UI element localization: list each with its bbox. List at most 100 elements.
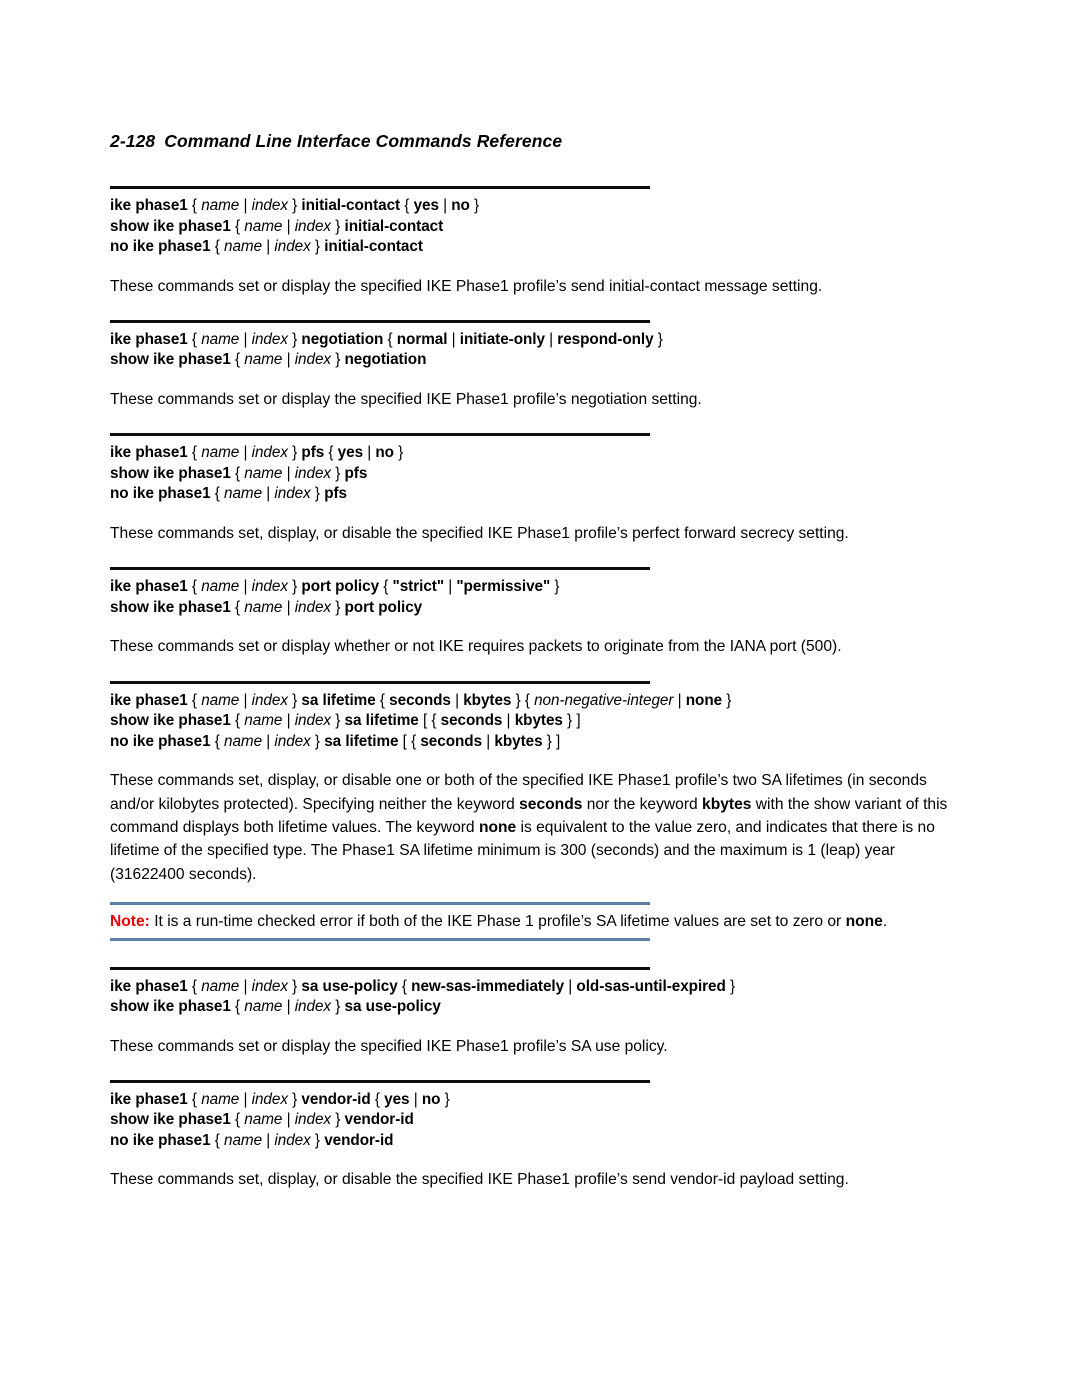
syntax-run-0: ike phase1 (110, 1090, 188, 1108)
syntax-run-7: { (375, 691, 390, 709)
syntax-run-4: index (294, 998, 332, 1016)
syntax-run-3: | (239, 1090, 252, 1108)
syntax-run-6: pfs (301, 444, 325, 462)
syntax-run-3: | (282, 712, 295, 730)
syntax-run-7: { (379, 578, 393, 596)
section-rule (110, 966, 650, 970)
desc-run-0: These commands set or display the specif… (110, 277, 823, 295)
syntax-line: ike phase1 { name | index } port policy … (110, 577, 970, 598)
syntax-run-15: } (722, 691, 732, 709)
syntax-run-1: { (187, 444, 202, 462)
syntax-run-5: } (287, 578, 302, 596)
syntax-run-4: index (274, 732, 311, 750)
syntax-run-3: | (239, 330, 252, 348)
syntax-run-8: seconds (420, 732, 483, 750)
command-section-initial-contact: ike phase1 { name | index } initial-cont… (110, 186, 970, 298)
syntax-run-10: "permissive" (456, 578, 551, 596)
syntax-run-0: show ike phase1 (110, 1111, 231, 1129)
syntax-run-3: | (239, 444, 252, 462)
syntax-run-6: vendor-id (301, 1090, 371, 1108)
syntax-run-4: index (274, 1131, 311, 1149)
syntax-line: ike phase1 { name | index } pfs { yes | … (110, 443, 970, 464)
syntax-run-14: none (685, 691, 723, 709)
syntax-run-13: } (653, 330, 663, 348)
syntax-run-5: } (287, 1090, 302, 1108)
syntax-run-1: { (187, 691, 202, 709)
syntax-run-2: name (244, 712, 283, 730)
syntax-run-4: index (274, 238, 311, 255)
syntax-run-12: non-negative-integer (534, 691, 674, 709)
syntax-run-3: | (262, 238, 275, 255)
syntax-run-5: } (310, 1131, 325, 1149)
syntax-run-2: name (244, 598, 283, 616)
desc-run-2: nor the keyword (582, 795, 703, 813)
syntax-block-sa-use-policy: ike phase1 { name | index } sa use-polic… (110, 977, 970, 1018)
syntax-run-12: respond-only (557, 330, 654, 348)
syntax-run-8: new-sas-immediately (411, 977, 565, 995)
syntax-run-5: } (310, 732, 325, 750)
syntax-run-11: } ] (562, 712, 581, 730)
syntax-run-6: sa lifetime (324, 732, 399, 750)
syntax-run-9: | (444, 578, 457, 596)
page-number: 2-128 (110, 131, 156, 151)
syntax-line: no ike phase1 { name | index } sa lifeti… (110, 732, 970, 753)
syntax-run-11: } (550, 578, 560, 596)
section-rule (110, 319, 650, 323)
syntax-run-2: name (224, 485, 263, 503)
syntax-run-10: kbytes (463, 691, 512, 709)
syntax-run-0: ike phase1 (110, 330, 188, 348)
desc-run-0: These commands set, display, or disable … (110, 524, 849, 542)
desc-run-0: These commands set, display, or disable … (110, 1171, 849, 1189)
syntax-run-11: } (725, 977, 736, 995)
syntax-run-6: sa use-policy (344, 998, 441, 1016)
syntax-run-5: } (331, 1111, 345, 1129)
section-rule (110, 680, 650, 684)
command-section-pfs: ike phase1 { name | index } pfs { yes | … (110, 433, 970, 545)
syntax-run-6: initial-contact (301, 197, 401, 214)
syntax-line: no ike phase1 { name | index } initial-c… (110, 237, 970, 258)
note-rule-top (110, 902, 650, 906)
syntax-run-5: } (331, 217, 345, 235)
syntax-run-3: | (262, 732, 275, 750)
note-run-0: It is a run-time checked error if both o… (149, 913, 846, 931)
syntax-run-7: { (397, 977, 412, 995)
syntax-run-3: | (239, 197, 252, 214)
syntax-run-2: name (244, 351, 283, 369)
syntax-run-11: } (440, 1090, 450, 1108)
syntax-line: show ike phase1 { name | index } port po… (110, 598, 970, 619)
syntax-run-9: | (438, 197, 452, 214)
syntax-run-6: negotiation (344, 351, 427, 369)
note-run-2: . (882, 913, 888, 931)
syntax-line: show ike phase1 { name | index } initial… (110, 217, 970, 238)
syntax-run-2: name (224, 238, 263, 255)
syntax-run-4: index (251, 330, 288, 348)
syntax-line: ike phase1 { name | index } initial-cont… (110, 196, 970, 217)
syntax-run-6: negotiation (301, 330, 384, 348)
syntax-run-4: index (294, 598, 332, 616)
syntax-run-1: { (187, 578, 202, 596)
syntax-run-9: | (447, 330, 460, 348)
syntax-run-7: [ { (398, 732, 421, 750)
running-head: 2-128 Command Line Interface Commands Ref… (110, 131, 562, 152)
syntax-run-2: name (201, 691, 240, 709)
syntax-run-9: | (502, 712, 515, 730)
syntax-run-3: | (239, 691, 252, 709)
syntax-run-0: show ike phase1 (110, 464, 231, 482)
syntax-run-5: } (287, 691, 302, 709)
syntax-run-1: { (210, 732, 224, 750)
syntax-run-5: } (287, 444, 302, 462)
syntax-run-2: name (244, 998, 283, 1016)
section-rule (110, 433, 650, 437)
syntax-run-5: } (287, 197, 302, 214)
syntax-run-0: no ike phase1 (110, 1131, 211, 1149)
syntax-run-3: | (282, 464, 295, 482)
syntax-run-11: } (393, 444, 404, 462)
syntax-run-9: | (363, 444, 376, 462)
syntax-run-1: { (230, 464, 245, 482)
syntax-run-1: { (230, 598, 245, 616)
syntax-run-5: } (331, 351, 345, 369)
syntax-line: no ike phase1 { name | index } vendor-id (110, 1131, 970, 1152)
syntax-block-vendor-id: ike phase1 { name | index } vendor-id { … (110, 1090, 970, 1152)
syntax-run-10: kbytes (494, 732, 543, 750)
